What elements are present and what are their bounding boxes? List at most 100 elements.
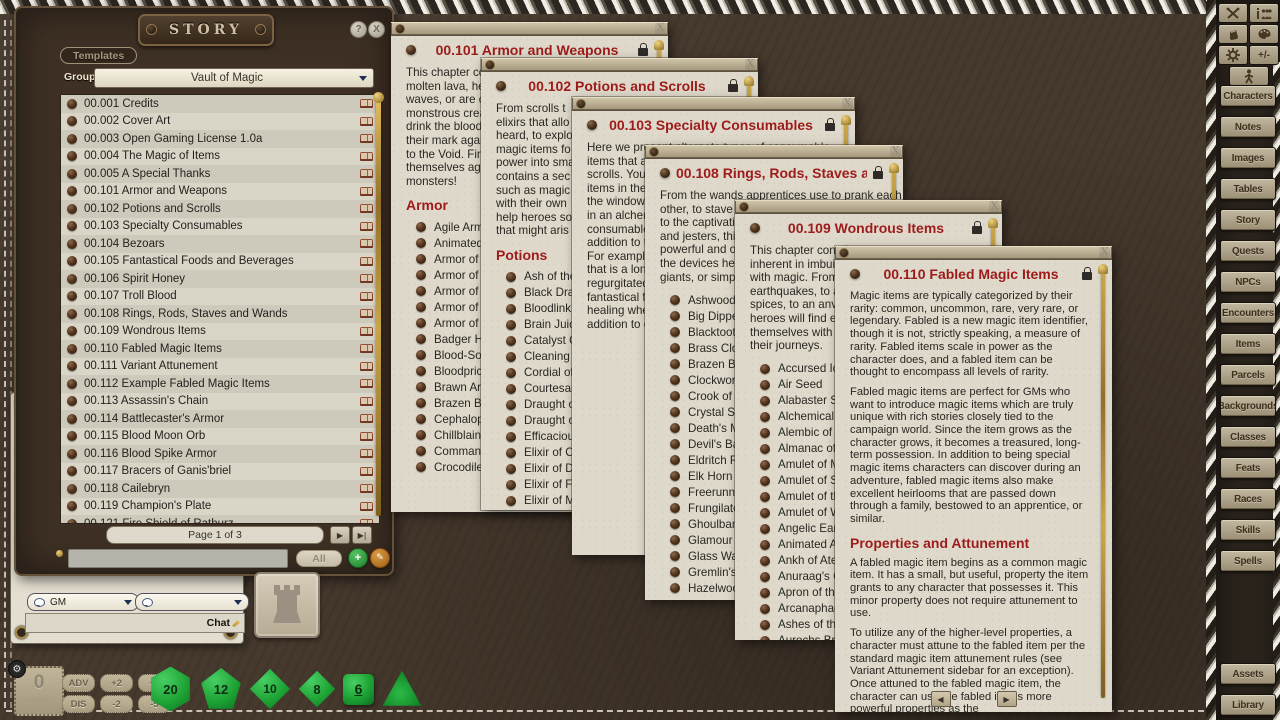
book-link-icon[interactable] <box>360 397 373 406</box>
sidebar-item-spells[interactable]: Spells <box>1220 550 1276 572</box>
modifier-button-dis[interactable]: DIS <box>62 695 95 713</box>
sidebar-item-npcs[interactable]: NPCs <box>1220 271 1276 293</box>
d4-die[interactable] <box>381 669 423 709</box>
last-page-button[interactable]: ▶| <box>352 526 372 544</box>
chat-speaker-dropdown[interactable]: GM <box>27 593 139 611</box>
sidebar-item-story[interactable]: Story <box>1220 209 1276 231</box>
book-link-icon[interactable] <box>360 117 373 126</box>
window-titlebar[interactable]: X <box>645 145 903 159</box>
book-link-icon[interactable] <box>360 169 373 178</box>
lock-icon[interactable] <box>728 84 738 92</box>
sidebar-item-items[interactable]: Items <box>1220 333 1276 355</box>
tokens-button[interactable] <box>1218 24 1248 44</box>
story-list-row[interactable]: 00.107 Troll Blood <box>61 288 379 306</box>
chat-entry-field[interactable]: Chat <box>25 613 245 633</box>
story-list-row[interactable]: 00.103 Specialty Consumables <box>61 218 379 236</box>
search-input[interactable] <box>68 549 288 568</box>
window-titlebar[interactable]: X <box>835 246 1112 260</box>
story-list-row[interactable]: 00.108 Rings, Rods, Staves and Wands <box>61 305 379 323</box>
book-link-icon[interactable] <box>360 222 373 231</box>
lock-icon[interactable] <box>1082 272 1092 280</box>
book-link-icon[interactable] <box>360 292 373 301</box>
book-link-icon[interactable] <box>360 239 373 248</box>
story-list-row[interactable]: 00.001 Credits <box>61 95 379 113</box>
story-list-row[interactable]: 00.003 Open Gaming License 1.0a <box>61 130 379 148</box>
close-icon[interactable]: X <box>745 59 756 70</box>
palette-button[interactable] <box>1249 24 1279 44</box>
modifier-settings-button[interactable]: ⚙ <box>8 660 26 678</box>
story-list-row[interactable]: 00.119 Champion's Plate <box>61 498 379 516</box>
book-link-icon[interactable] <box>360 484 373 493</box>
story-list-row[interactable]: 00.102 Potions and Scrolls <box>61 200 379 218</box>
story-list-row[interactable]: 00.116 Blood Spike Armor <box>61 445 379 463</box>
sidebar-item-tables[interactable]: Tables <box>1220 178 1276 200</box>
sidebar-item-notes[interactable]: Notes <box>1220 116 1276 138</box>
book-link-icon[interactable] <box>360 134 373 143</box>
sidebar-item-encounters[interactable]: Encounters <box>1220 302 1276 324</box>
sidebar-item-races[interactable]: Races <box>1220 488 1276 510</box>
modifiers-button[interactable]: +/- <box>1249 45 1279 65</box>
story-list-row[interactable]: 00.112 Example Fabled Magic Items <box>61 375 379 393</box>
story-list-row[interactable]: 00.105 Fantastical Foods and Beverages <box>61 253 379 271</box>
window-titlebar[interactable]: X <box>481 58 758 72</box>
sidebar-item-parcels[interactable]: Parcels <box>1220 364 1276 386</box>
story-list-row[interactable]: 00.106 Spirit Honey <box>61 270 379 288</box>
story-list-row[interactable]: 00.114 Battlecaster's Armor <box>61 410 379 428</box>
book-link-icon[interactable] <box>360 362 373 371</box>
book-link-icon[interactable] <box>360 327 373 336</box>
window-titlebar[interactable]: X <box>572 97 855 111</box>
sidebar-item-images[interactable]: Images <box>1220 147 1276 169</box>
book-link-icon[interactable] <box>360 99 373 108</box>
story-list-row[interactable]: 00.110 Fabled Magic Items <box>61 340 379 358</box>
book-link-icon[interactable] <box>360 344 373 353</box>
book-link-icon[interactable] <box>360 187 373 196</box>
close-icon[interactable]: X <box>890 146 901 157</box>
scrollbar-ornament[interactable] <box>1101 272 1105 698</box>
story-list-row[interactable]: 00.121 Fire Shield of Rathurz <box>61 515 379 524</box>
lock-icon[interactable] <box>972 226 982 234</box>
story-list-row[interactable]: 00.113 Assassin's Chain <box>61 393 379 411</box>
story-list-row[interactable]: 00.115 Blood Moon Orb <box>61 428 379 446</box>
sidebar-item-backgrounds[interactable]: Backgrounds <box>1220 395 1276 417</box>
story-list-row[interactable]: 00.111 Variant Attunement <box>61 358 379 376</box>
close-icon[interactable]: X <box>842 98 853 109</box>
book-link-icon[interactable] <box>360 257 373 266</box>
book-link-icon[interactable] <box>360 414 373 423</box>
d8-die[interactable]: 8 <box>298 670 336 708</box>
window-titlebar[interactable]: X <box>735 200 1002 214</box>
previous-page-button[interactable]: ◀ <box>931 691 951 707</box>
story-list-row[interactable]: 00.104 Bezoars <box>61 235 379 253</box>
sidebar-item-feats[interactable]: Feats <box>1220 457 1276 479</box>
story-list-row[interactable]: 00.109 Wondrous Items <box>61 323 379 341</box>
window-titlebar[interactable]: X <box>391 22 668 36</box>
next-page-button[interactable]: ▶ <box>330 526 350 544</box>
sidebar-item-classes[interactable]: Classes <box>1220 426 1276 448</box>
story-list-row[interactable]: 00.004 The Magic of Items <box>61 148 379 166</box>
lock-icon[interactable] <box>825 123 835 131</box>
book-link-icon[interactable] <box>360 519 373 524</box>
edit-list-button[interactable]: ✎ <box>370 548 390 568</box>
story-list-row[interactable]: 00.117 Bracers of Ganis'briel <box>61 463 379 481</box>
templates-button[interactable]: Templates <box>60 47 137 64</box>
sidebar-item-assets[interactable]: Assets <box>1220 663 1276 685</box>
next-page-button[interactable]: ▶ <box>997 691 1017 707</box>
book-link-icon[interactable] <box>360 502 373 511</box>
story-list-row[interactable]: 00.005 A Special Thanks <box>61 165 379 183</box>
d12-die[interactable]: 12 <box>200 668 242 710</box>
help-button[interactable]: ? <box>350 21 367 38</box>
close-button[interactable]: X <box>368 21 385 38</box>
book-link-icon[interactable] <box>360 274 373 283</box>
lock-icon[interactable] <box>638 48 648 56</box>
scrollbar-ornament[interactable] <box>376 100 381 516</box>
sidebar-item-characters[interactable]: Characters <box>1220 85 1276 107</box>
close-icon[interactable]: X <box>989 201 1000 212</box>
book-link-icon[interactable] <box>360 204 373 213</box>
close-icon[interactable]: X <box>1099 247 1110 258</box>
modifier-button-2[interactable]: +2 <box>100 674 133 692</box>
book-link-icon[interactable] <box>360 152 373 161</box>
close-icon[interactable]: X <box>655 23 666 34</box>
book-link-icon[interactable] <box>360 449 373 458</box>
sidebar-item-library[interactable]: Library <box>1220 694 1276 716</box>
book-link-icon[interactable] <box>360 432 373 441</box>
settings-button[interactable] <box>1218 45 1248 65</box>
